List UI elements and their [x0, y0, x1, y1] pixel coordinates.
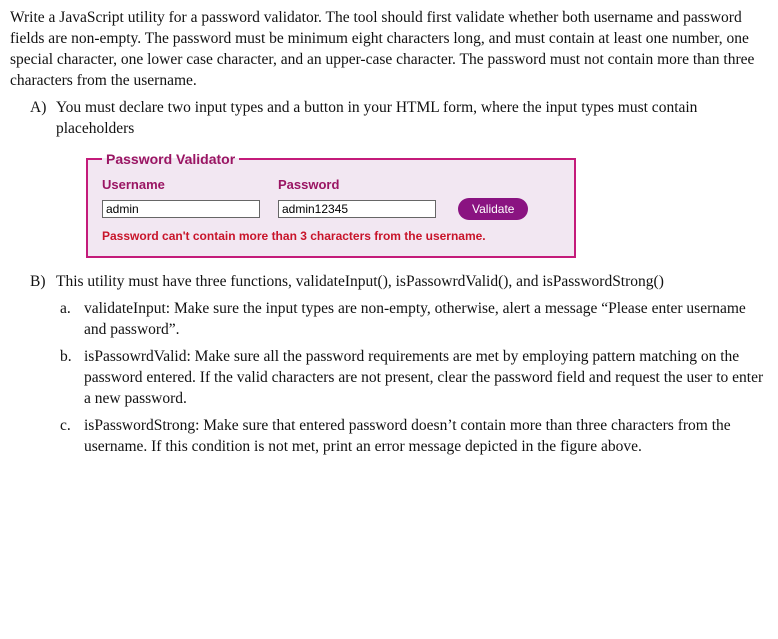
row-labels: Username Password: [102, 176, 560, 194]
subitem-a-marker: a.: [60, 299, 84, 341]
validate-button[interactable]: Validate: [458, 198, 528, 220]
row-inputs: Validate: [102, 198, 560, 220]
subitem-b-marker: b.: [60, 347, 84, 410]
item-b-text: This utility must have three functions, …: [56, 272, 764, 293]
item-a: A) You must declare two input types and …: [30, 98, 764, 140]
subitem-a-text: validateInput: Make sure the input types…: [84, 299, 764, 341]
subitem-a: a. validateInput: Make sure the input ty…: [60, 299, 764, 341]
subitem-b-text: isPassowrdValid: Make sure all the passw…: [84, 347, 764, 410]
validator-figure: Password Validator Username Password Val…: [84, 150, 764, 259]
username-input[interactable]: [102, 200, 260, 218]
item-b: B) This utility must have three function…: [30, 272, 764, 293]
password-label: Password: [278, 176, 454, 194]
error-message: Password can't contain more than 3 chara…: [102, 228, 560, 244]
subitem-c-text: isPasswordStrong: Make sure that entered…: [84, 416, 764, 458]
item-b-marker: B): [30, 272, 56, 293]
subitem-b: b. isPassowrdValid: Make sure all the pa…: [60, 347, 764, 410]
subitem-c: c. isPasswordStrong: Make sure that ente…: [60, 416, 764, 458]
validator-fieldset: Password Validator Username Password Val…: [86, 150, 576, 259]
password-input[interactable]: [278, 200, 436, 218]
item-a-marker: A): [30, 98, 56, 140]
validator-legend: Password Validator: [102, 150, 239, 169]
username-label: Username: [102, 176, 278, 194]
problem-intro: Write a JavaScript utility for a passwor…: [10, 8, 764, 92]
subitem-c-marker: c.: [60, 416, 84, 458]
item-a-text: You must declare two input types and a b…: [56, 98, 764, 140]
